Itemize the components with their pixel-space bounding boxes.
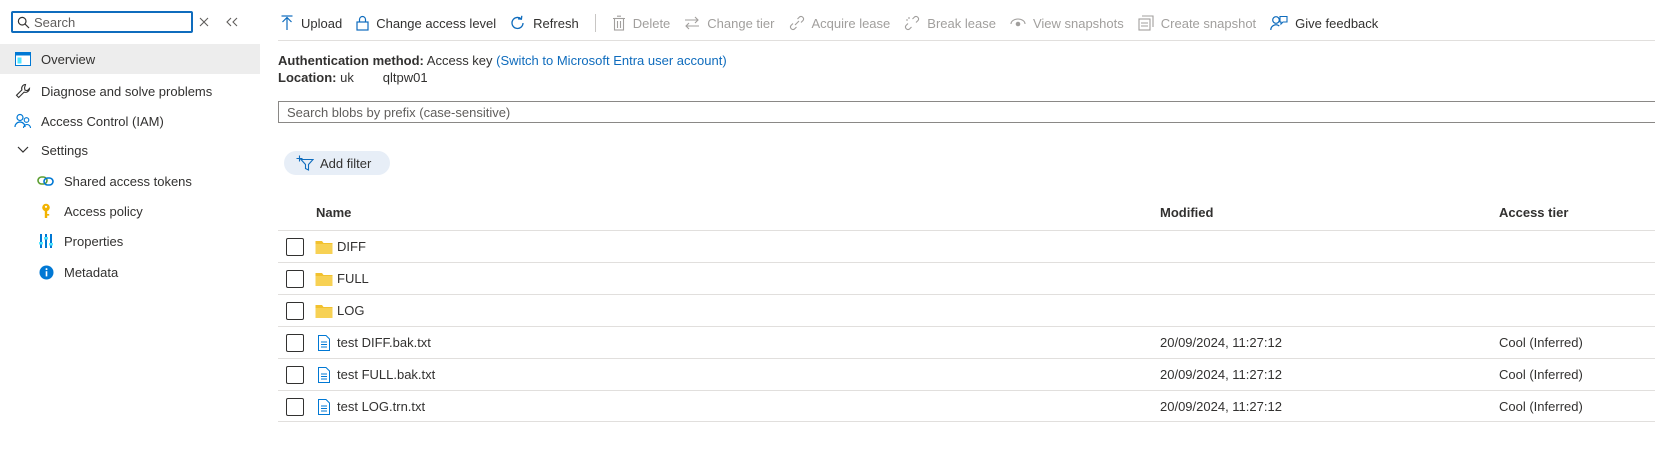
row-name[interactable]: LOG — [337, 303, 364, 318]
table-row[interactable]: test DIFF.bak.txt 20/09/2024, 11:27:12 C… — [278, 326, 1655, 358]
column-header-name[interactable]: Name — [316, 205, 351, 220]
change-access-level-button[interactable]: Change access level — [356, 15, 496, 31]
sidebar-item-label: Access Control (IAM) — [41, 113, 164, 129]
table-row[interactable]: LOG — [278, 294, 1655, 326]
create-snapshot-button[interactable]: Create snapshot — [1138, 15, 1256, 31]
link-icon — [789, 15, 804, 31]
row-name[interactable]: test LOG.trn.txt — [337, 399, 425, 414]
filter-add-icon — [296, 155, 314, 171]
sidebar-item-properties[interactable]: Properties — [0, 226, 260, 256]
sidebar-item-label: Shared access tokens — [64, 173, 192, 189]
auth-method-line: Authentication method: Access key (Switc… — [278, 53, 727, 68]
blob-prefix-search-input[interactable] — [279, 102, 1655, 122]
feedback-icon — [1270, 15, 1288, 31]
location-line: Location: uk qltpw01 — [278, 70, 428, 85]
row-checkbox[interactable] — [286, 366, 304, 384]
lock-icon — [356, 15, 369, 31]
table-row[interactable]: test FULL.bak.txt 20/09/2024, 11:27:12 C… — [278, 358, 1655, 390]
row-name[interactable]: test DIFF.bak.txt — [337, 335, 431, 350]
view-snapshots-button[interactable]: View snapshots — [1010, 16, 1124, 31]
chevron-down-icon — [14, 141, 32, 159]
refresh-icon — [511, 15, 524, 30]
acquire-lease-button[interactable]: Acquire lease — [789, 15, 890, 31]
sidebar-group-settings[interactable]: Settings — [0, 135, 260, 165]
switch-auth-link[interactable]: (Switch to Microsoft Entra user account) — [496, 53, 726, 68]
column-header-access-tier[interactable]: Access tier — [1499, 205, 1568, 220]
resource-menu: Overview Diagnose and solve problems Acc… — [0, 0, 260, 456]
add-filter-button[interactable]: Add filter — [284, 151, 390, 175]
folder-icon — [315, 273, 333, 286]
row-name[interactable]: FULL — [337, 271, 369, 286]
table-row[interactable]: FULL — [278, 262, 1655, 294]
search-icon — [17, 16, 30, 28]
row-access-tier: Cool (Inferred) — [1499, 399, 1583, 414]
row-name[interactable]: DIFF — [337, 239, 366, 254]
upload-button[interactable]: Upload — [280, 15, 342, 31]
sidebar-item-metadata[interactable]: Metadata — [0, 257, 260, 287]
eye-icon — [1010, 18, 1026, 27]
break-lease-button[interactable]: Break lease — [904, 15, 996, 31]
row-name[interactable]: test FULL.bak.txt — [337, 367, 435, 382]
snapshot-icon — [1138, 15, 1154, 31]
info-icon — [37, 263, 55, 281]
row-checkbox[interactable] — [286, 398, 304, 416]
delete-button[interactable]: Delete — [612, 15, 670, 31]
sidebar-item-diagnose[interactable]: Diagnose and solve problems — [0, 76, 260, 106]
change-tier-button[interactable]: Change tier — [684, 16, 775, 31]
location-value: uk qltpw01 — [340, 70, 428, 85]
row-checkbox[interactable] — [286, 238, 304, 256]
trash-icon — [612, 15, 625, 31]
give-feedback-button[interactable]: Give feedback — [1270, 15, 1378, 31]
link-icon — [37, 172, 55, 190]
wrench-icon — [14, 82, 32, 100]
row-access-tier: Cool (Inferred) — [1499, 335, 1583, 350]
row-checkbox[interactable] — [286, 270, 304, 288]
collapse-menu-icon[interactable] — [226, 12, 238, 32]
broken-link-icon — [905, 15, 920, 31]
menu-search-input[interactable] — [34, 14, 184, 30]
folder-icon — [315, 305, 333, 318]
sidebar-item-label: Diagnose and solve problems — [41, 83, 213, 99]
row-modified: 20/09/2024, 11:27:12 — [1160, 367, 1282, 382]
refresh-button[interactable]: Refresh — [510, 15, 579, 31]
file-icon — [318, 367, 330, 383]
table-row[interactable]: test LOG.trn.txt 20/09/2024, 11:27:12 Co… — [278, 390, 1655, 422]
auth-method-label: Authentication method: — [278, 53, 424, 68]
key-icon — [37, 202, 55, 220]
sidebar-item-label: Access policy — [64, 203, 143, 219]
row-checkbox[interactable] — [286, 334, 304, 352]
table-row[interactable]: DIFF — [278, 230, 1655, 262]
swap-arrows-icon — [685, 16, 700, 30]
blob-prefix-search[interactable] — [278, 101, 1655, 123]
command-bar: Upload Change access level Refresh Delet… — [280, 10, 1392, 36]
auth-method-value: Access key — [426, 53, 493, 68]
sidebar-item-iam[interactable]: Access Control (IAM) — [0, 106, 260, 136]
sidebar-item-label: Settings — [41, 142, 88, 158]
properties-icon — [37, 232, 55, 250]
file-icon — [318, 335, 330, 351]
sidebar-item-overview[interactable]: Overview — [0, 44, 260, 74]
overview-icon — [14, 50, 32, 68]
row-checkbox[interactable] — [286, 302, 304, 320]
menu-search-box[interactable] — [11, 11, 193, 33]
row-access-tier: Cool (Inferred) — [1499, 367, 1583, 382]
sidebar-item-access-policy[interactable]: Access policy — [0, 196, 260, 226]
upload-icon — [281, 15, 293, 30]
sidebar-item-label: Properties — [64, 233, 124, 249]
toolbar-divider — [594, 14, 596, 32]
sidebar-item-shared-access-tokens[interactable]: Shared access tokens — [0, 166, 260, 196]
sidebar-item-label: Metadata — [64, 264, 119, 280]
row-modified: 20/09/2024, 11:27:12 — [1160, 335, 1282, 350]
people-icon — [14, 112, 32, 130]
column-header-modified[interactable]: Modified — [1160, 205, 1213, 220]
row-modified: 20/09/2024, 11:27:12 — [1160, 399, 1282, 414]
clear-search-icon[interactable] — [199, 12, 209, 32]
location-label: Location: — [278, 70, 337, 85]
file-icon — [318, 399, 330, 415]
toolbar-divider-line — [278, 40, 1655, 41]
sidebar-item-label: Overview — [41, 51, 96, 67]
folder-icon — [315, 241, 333, 254]
